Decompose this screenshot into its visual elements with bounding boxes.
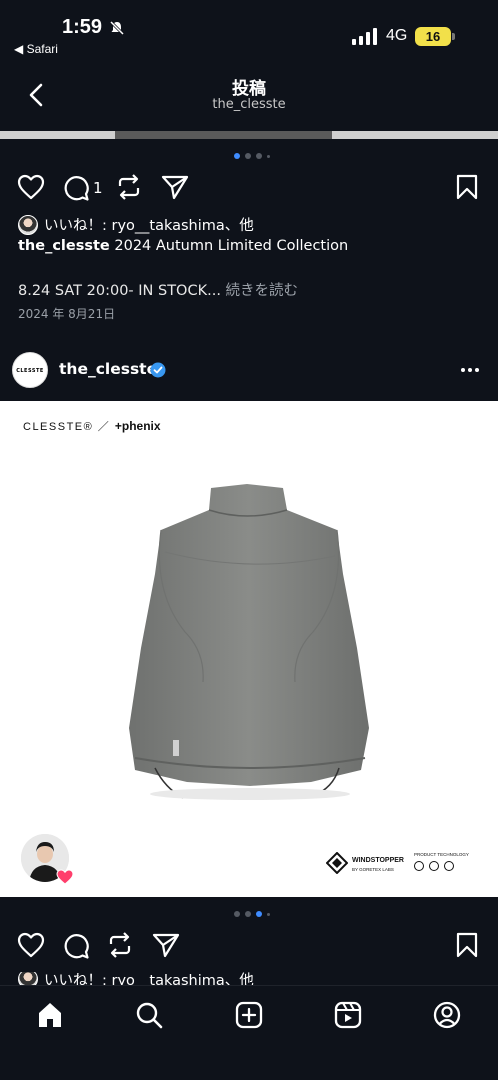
share-send-icon[interactable] [161, 174, 189, 200]
comment-icon[interactable] [62, 932, 90, 960]
verified-badge-icon [150, 362, 166, 378]
search-icon[interactable] [135, 1001, 163, 1029]
carousel-indicator-2 [234, 911, 270, 917]
page-title: 投稿 [232, 79, 266, 99]
heart-sticker-icon [56, 869, 74, 885]
brand-logo-right: +phenix [114, 419, 161, 433]
status-bar: 1:59 ◀ Safari 4G 16 [0, 0, 498, 64]
battery-indicator: 16 [415, 27, 451, 46]
comment-icon[interactable] [62, 174, 90, 202]
windproof-icon [414, 861, 424, 871]
brand-logo: CLESSTE® ／ +phenix [23, 418, 161, 434]
bookmark-icon[interactable] [456, 174, 478, 200]
likes-text: いいね！: ryo__takashima、他 [44, 218, 254, 234]
back-to-safari[interactable]: ◀ Safari [14, 42, 58, 56]
status-time: 1:59 [62, 16, 103, 38]
like-heart-icon[interactable] [17, 174, 45, 200]
liker-avatar [18, 972, 38, 986]
bottom-tab-bar [0, 985, 498, 1080]
bell-muted-icon [109, 20, 125, 36]
post-author-username[interactable]: the_clesste [59, 360, 157, 378]
windstopper-label: WINDSTOPPER BY GORETEX LABS [352, 856, 404, 874]
liker-avatar [18, 214, 38, 235]
repost-icon[interactable] [107, 931, 133, 959]
carousel-indicator [234, 153, 270, 159]
windstopper-line1: WINDSTOPPER [352, 857, 404, 864]
brand-logo-left: CLESSTE® ／ [23, 421, 111, 433]
carousel-dot [256, 911, 262, 917]
carousel-dot [234, 153, 240, 159]
product-technology-badges: PRODUCT TECHNOLOGY [414, 852, 469, 871]
likes-summary-2[interactable]: いいね！: ryo__takashima、他 [18, 972, 254, 986]
windstopper-line2: BY GORETEX LABS [352, 867, 394, 872]
post-date: 2024 年 8月21日 [18, 307, 116, 321]
carousel-dot [234, 911, 240, 917]
share-send-icon[interactable] [152, 932, 180, 958]
carousel-dot [267, 154, 270, 158]
post-caption-line2: 8.24 SAT 20:00- IN STOCK... 続きを読む [18, 279, 298, 300]
caption-text: 2024 Autumn Limited Collection [109, 238, 349, 254]
caption-line2-text: 8.24 SAT 20:00- IN STOCK... [18, 283, 221, 299]
read-more-link[interactable]: 続きを読む [221, 283, 299, 299]
network-type: 4G [386, 27, 408, 44]
breathable-icon [429, 861, 439, 871]
post-image-previous-dark [115, 131, 332, 139]
vest-product-image [129, 484, 369, 800]
reels-icon[interactable] [334, 1001, 362, 1029]
signal-icon [352, 28, 377, 45]
bookmark-icon[interactable] [456, 932, 478, 958]
like-heart-icon[interactable] [17, 932, 45, 958]
comment-count: 1 [93, 179, 103, 197]
post-author-avatar[interactable]: CLESSTE [12, 352, 48, 388]
likes-text-2: いいね！: ryo__takashima、他 [44, 972, 254, 987]
profile-icon[interactable] [433, 1001, 461, 1029]
tech-label: PRODUCT TECHNOLOGY [414, 852, 469, 857]
home-icon[interactable] [36, 1001, 64, 1029]
likes-summary[interactable]: いいね！: ryo__takashima、他 [18, 214, 254, 235]
water-resistant-icon [444, 861, 454, 871]
caption-username[interactable]: the_clesste [18, 238, 110, 254]
carousel-dot [267, 912, 270, 916]
battery-tip [452, 33, 455, 40]
carousel-dot [245, 911, 251, 917]
more-options-icon[interactable] [461, 368, 479, 372]
page-subtitle: the_clesste [212, 97, 286, 112]
post-caption: the_clesste 2024 Autumn Limited Collecti… [18, 238, 348, 254]
carousel-dot [256, 153, 262, 159]
repost-icon[interactable] [116, 173, 142, 201]
create-post-icon[interactable] [235, 1001, 263, 1029]
carousel-dot [245, 153, 251, 159]
windstopper-logo-icon [326, 852, 348, 874]
